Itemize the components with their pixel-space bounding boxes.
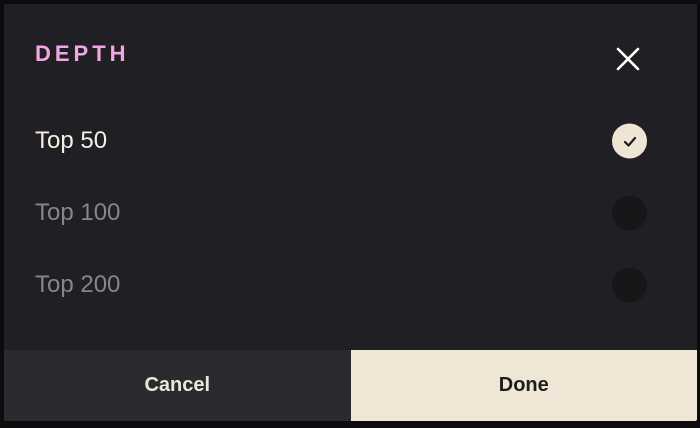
radio-unselected[interactable]	[612, 195, 647, 231]
close-icon	[616, 47, 640, 71]
option-top-100[interactable]: Top 100	[4, 181, 697, 245]
option-top-50[interactable]: Top 50	[4, 109, 697, 173]
dialog-footer: Cancel Done	[4, 350, 697, 421]
option-label: Top 100	[35, 199, 121, 226]
radio-unselected[interactable]	[612, 267, 647, 303]
checkmark-icon	[623, 136, 636, 147]
option-label: Top 50	[35, 127, 108, 154]
option-top-200[interactable]: Top 200	[4, 253, 697, 317]
depth-dialog: DEPTH Top 50 Top 100 Top 200 Cancel Done	[4, 4, 697, 421]
done-button[interactable]: Done	[350, 350, 697, 421]
option-label: Top 200	[35, 271, 121, 298]
cancel-button[interactable]: Cancel	[4, 350, 351, 421]
dialog-title: DEPTH	[35, 41, 130, 66]
radio-selected[interactable]	[612, 123, 647, 159]
close-button[interactable]	[610, 41, 646, 77]
